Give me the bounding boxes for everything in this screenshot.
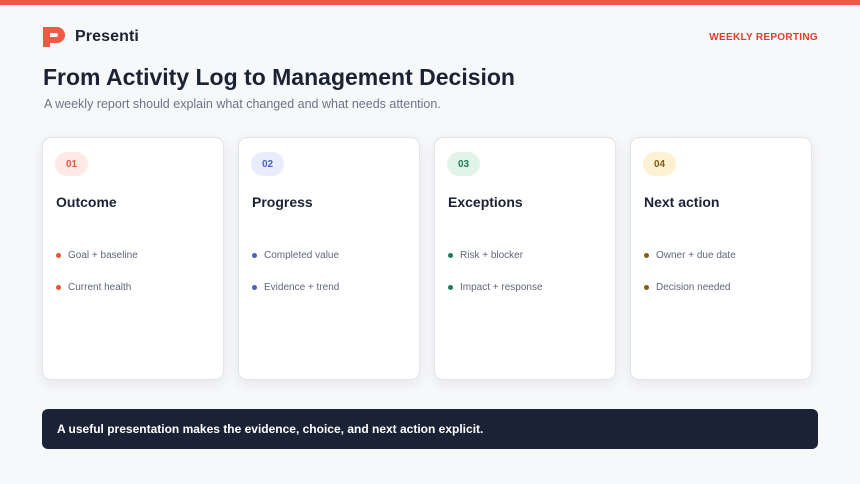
- card-title: Outcome: [56, 194, 117, 210]
- bullet-dot-icon: [448, 284, 453, 290]
- card-number-badge: 04: [643, 152, 676, 176]
- list-item: Decision needed: [644, 280, 736, 294]
- section-kicker: WEEKLY REPORTING: [709, 32, 818, 43]
- list-item: Evidence + trend: [252, 280, 339, 294]
- bullet-dot-icon: [252, 252, 257, 258]
- list-item: Impact + response: [448, 280, 543, 294]
- card-number-badge: 03: [447, 152, 480, 176]
- card-number-badge: 01: [55, 152, 88, 176]
- summary-banner: A useful presentation makes the evidence…: [42, 409, 818, 449]
- card-number-badge: 02: [251, 152, 284, 176]
- card-bullet-list: Completed value Evidence + trend: [252, 248, 339, 312]
- list-item: Completed value: [252, 248, 339, 262]
- card-title: Progress: [252, 194, 313, 210]
- bullet-dot-icon: [448, 252, 453, 258]
- card-next-action: 04 Next action Owner + due date Decision…: [630, 137, 812, 380]
- bullet-dot-icon: [252, 284, 257, 290]
- list-item: Goal + baseline: [56, 248, 138, 262]
- card-title: Next action: [644, 194, 720, 210]
- brand-logo: Presenti: [41, 26, 139, 48]
- card-bullet-list: Owner + due date Decision needed: [644, 248, 736, 312]
- bullet-text: Owner + due date: [656, 249, 736, 261]
- top-accent-bar: [0, 0, 860, 5]
- bullet-text: Risk + blocker: [460, 249, 524, 261]
- bullet-text: Completed value: [264, 249, 340, 261]
- list-item: Risk + blocker: [448, 248, 543, 262]
- card-progress: 02 Progress Completed value Evidence + t…: [238, 137, 420, 380]
- banner-text: A useful presentation makes the evidence…: [57, 422, 484, 436]
- list-item: Owner + due date: [644, 248, 736, 262]
- card-row: 01 Outcome Goal + baseline Current healt…: [42, 137, 812, 380]
- bullet-dot-icon: [644, 252, 649, 258]
- bullet-text: Goal + baseline: [68, 249, 138, 261]
- page-title: From Activity Log to Management Decision: [43, 64, 515, 90]
- bullet-text: Current health: [68, 281, 132, 293]
- bullet-dot-icon: [644, 284, 649, 290]
- card-bullet-list: Goal + baseline Current health: [56, 248, 138, 312]
- list-item: Current health: [56, 280, 138, 294]
- presenti-logo-icon: [43, 27, 65, 47]
- card-title: Exceptions: [448, 194, 523, 210]
- bullet-text: Evidence + trend: [264, 281, 340, 293]
- card-bullet-list: Risk + blocker Impact + response: [448, 248, 543, 312]
- bullet-text: Impact + response: [460, 281, 543, 293]
- card-outcome: 01 Outcome Goal + baseline Current healt…: [42, 137, 224, 380]
- page-subtitle: A weekly report should explain what chan…: [44, 97, 441, 111]
- brand-name: Presenti: [75, 28, 139, 45]
- bullet-dot-icon: [56, 252, 61, 258]
- bullet-dot-icon: [56, 284, 61, 290]
- bullet-text: Decision needed: [656, 281, 731, 293]
- card-exceptions: 03 Exceptions Risk + blocker Impact + re…: [434, 137, 616, 380]
